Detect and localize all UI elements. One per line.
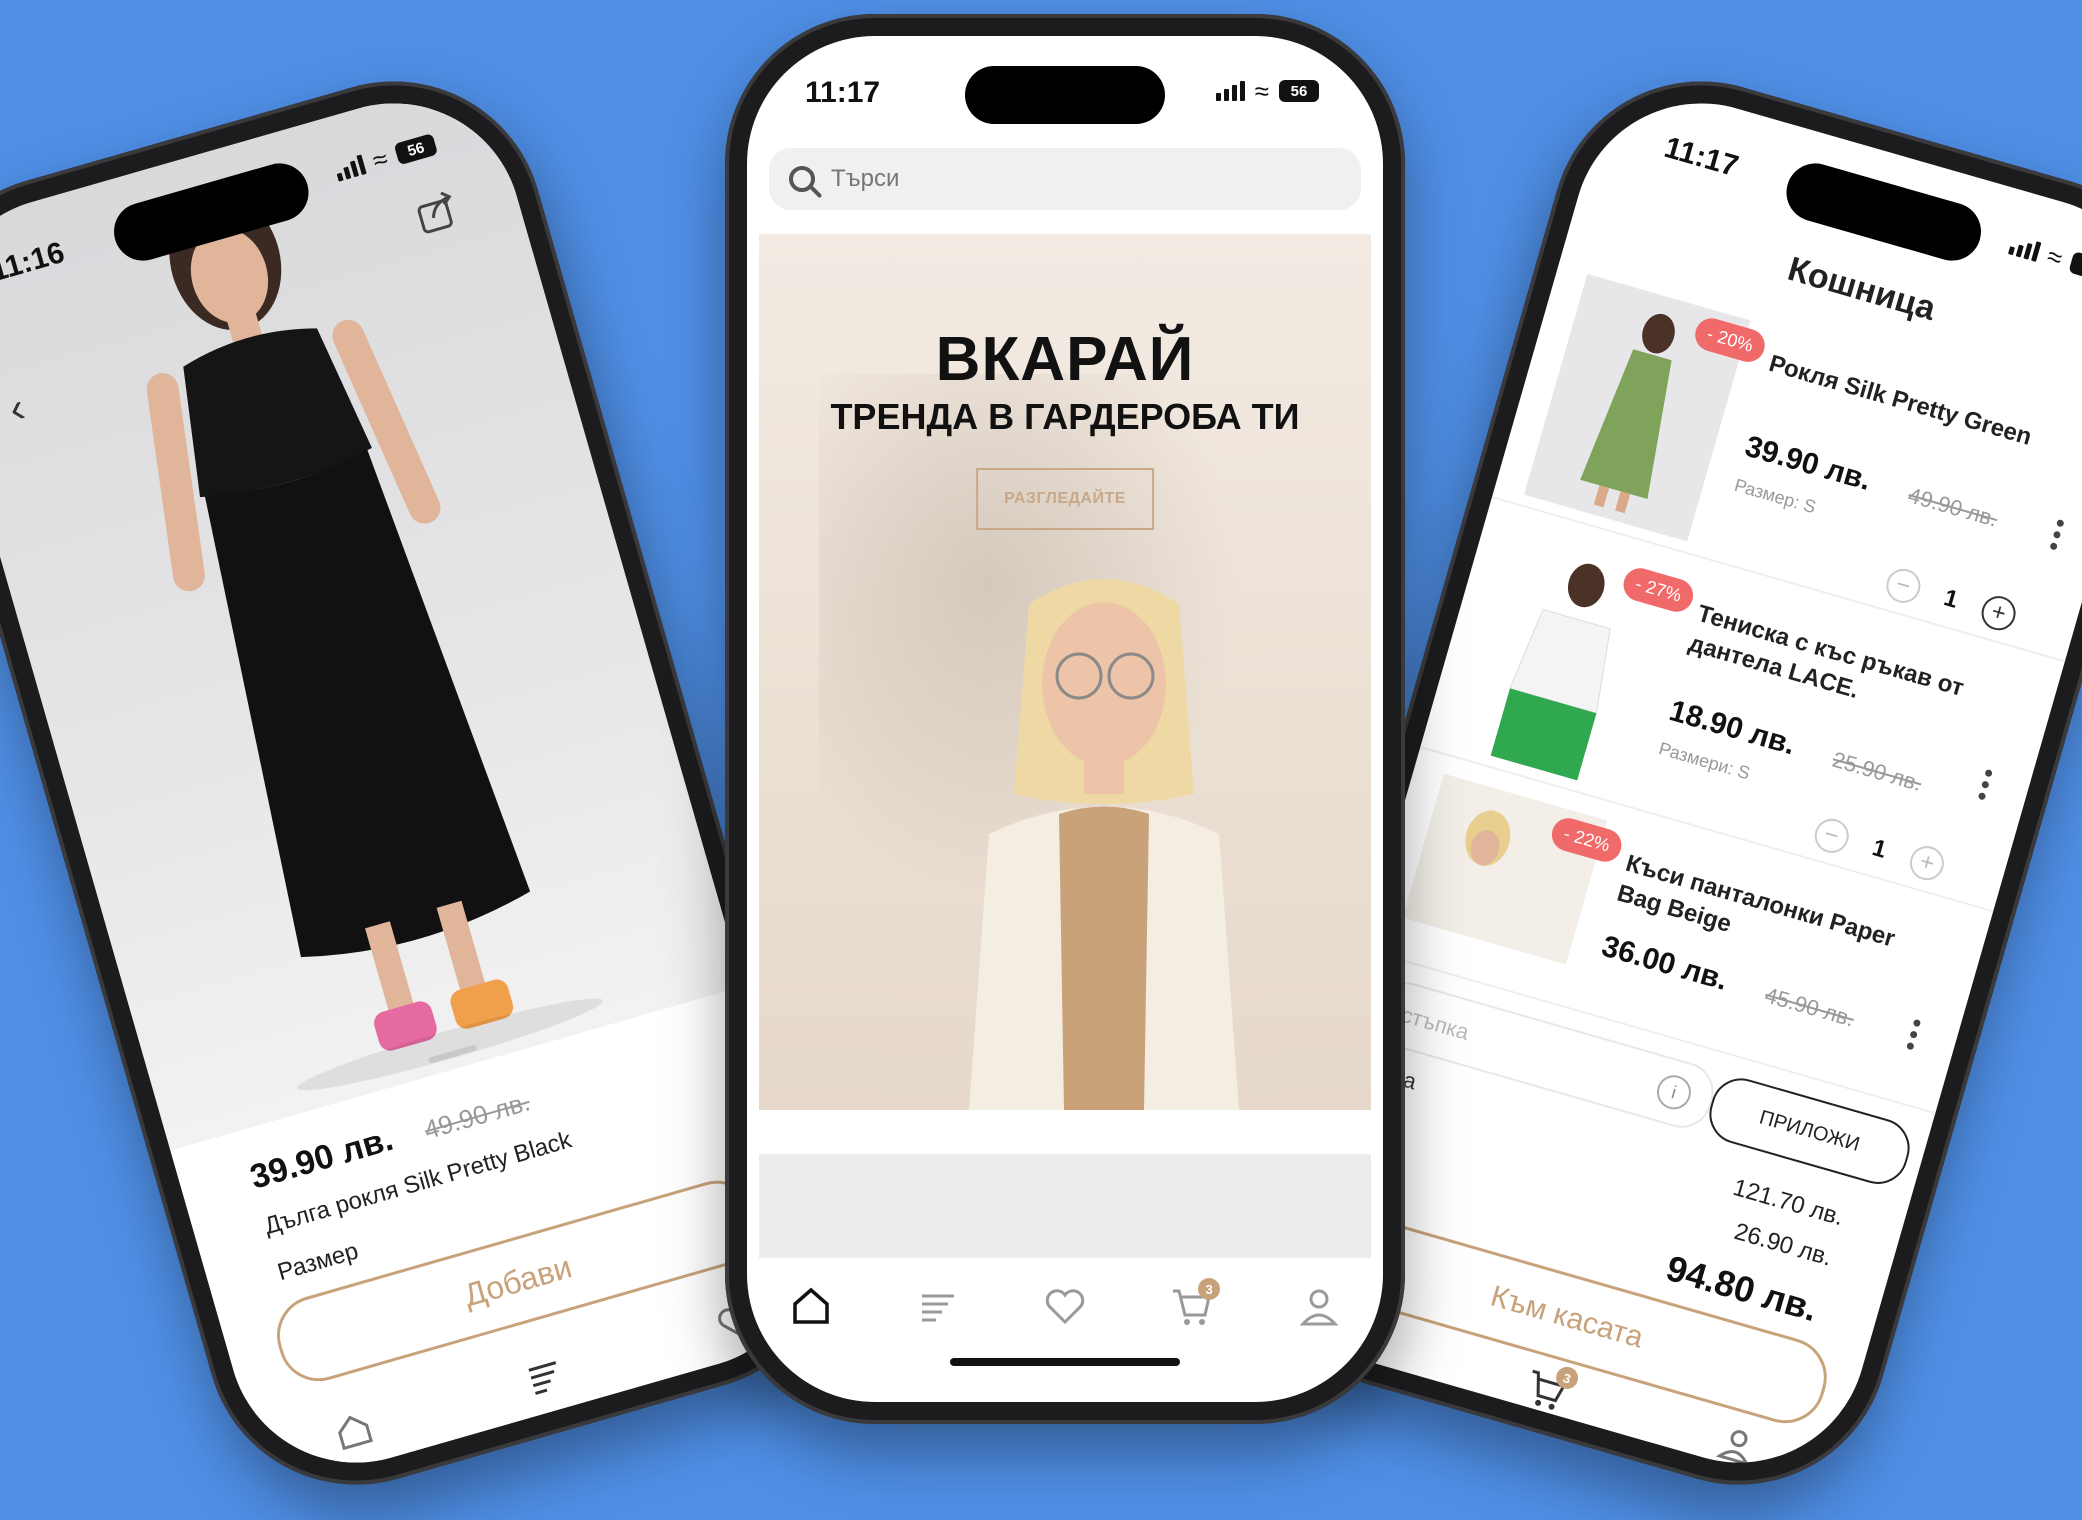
quantity-value: 1 <box>1869 834 1890 864</box>
signal-icon <box>1215 81 1245 101</box>
dynamic-island <box>965 66 1165 124</box>
cart-item-old-price: 25.90 лв. <box>1829 746 1925 797</box>
more-options-icon[interactable] <box>2049 518 2065 551</box>
home-screen: 11:17 ≈ 56 ВКАРАЙ ТРЕНДА В ГАРДЕРОБА ТИ … <box>747 36 1383 1402</box>
cart-item-size: Размер: S <box>1732 474 1819 518</box>
lace-top-thumb <box>1452 523 1679 792</box>
status-icons: ≈ 56 <box>2007 232 2082 285</box>
phone-home: 11:17 ≈ 56 ВКАРАЙ ТРЕНДА В ГАРДЕРОБА ТИ … <box>725 14 1405 1424</box>
status-icons: ≈ 56 <box>1215 76 1319 106</box>
bottom-tabbar: 3 <box>747 1276 1383 1336</box>
product-old-price: 49.90 лв. <box>420 1086 534 1146</box>
cart-item-image[interactable] <box>1402 773 1608 965</box>
tab-favorites[interactable] <box>1035 1276 1095 1336</box>
model-black-dress-image <box>146 192 603 1091</box>
battery-icon: 56 <box>2068 251 2082 284</box>
tab-catalog[interactable] <box>908 1276 968 1336</box>
cart-item-price: 36.00 лв. <box>1598 929 1732 997</box>
tab-cart[interactable]: 3 <box>1162 1276 1222 1336</box>
home-icon <box>792 1287 829 1324</box>
search-input[interactable] <box>829 164 1234 194</box>
wifi-icon: ≈ <box>2043 240 2066 274</box>
cart-count-badge: 3 <box>1198 1278 1221 1300</box>
minus-icon[interactable]: − <box>1882 564 1925 607</box>
content-placeholder <box>759 1154 1371 1258</box>
quantity-value: 1 <box>1940 584 1962 614</box>
product-screen: 11:16 ≈ 56 ‹ 39.90 лв. 49.90 лв. Дълга р… <box>0 73 842 1493</box>
tab-profile[interactable] <box>1289 1276 1349 1336</box>
hero-model-image <box>969 579 1239 1110</box>
promo-placeholder: стъпка <box>1398 1001 1472 1045</box>
cart-item-old-price: 45.90 лв. <box>1762 982 1858 1032</box>
plus-icon[interactable]: + <box>1905 842 1948 885</box>
cart-item-image[interactable] <box>1452 523 1679 792</box>
signal-icon <box>333 154 367 182</box>
tab-home[interactable] <box>781 1276 841 1336</box>
green-dress-thumb <box>1523 273 1751 542</box>
home-icon <box>338 1415 374 1451</box>
status-time: 11:17 <box>1660 130 1742 184</box>
info-icon[interactable]: i <box>1652 1071 1695 1114</box>
wifi-icon: ≈ <box>369 143 392 176</box>
beige-shorts-thumb <box>1402 773 1608 965</box>
catalog-icon <box>528 1361 557 1395</box>
more-options-icon[interactable] <box>1906 1018 1922 1051</box>
cart-item-image[interactable] <box>1523 273 1751 542</box>
home-indicator[interactable] <box>950 1358 1180 1366</box>
user-icon <box>1300 1289 1339 1326</box>
hero-title: ВКАРАЙ <box>935 325 1195 394</box>
plus-icon[interactable]: + <box>1977 592 2020 635</box>
search-bar[interactable] <box>769 148 1361 210</box>
product-photo[interactable] <box>0 73 744 1151</box>
status-time: 11:17 <box>805 76 881 109</box>
tab-catalog[interactable] <box>508 1339 582 1413</box>
size-label[interactable]: Размер <box>275 1237 362 1287</box>
cart-item-old-price: 49.90 лв. <box>1905 482 2001 532</box>
signal-icon <box>2007 235 2042 262</box>
hero-subtitle: ТРЕНДА В ГАРДЕРОБА ТИ <box>830 396 1300 437</box>
dynamic-island <box>1779 156 1988 268</box>
heart-icon <box>1045 1289 1085 1325</box>
hero-banner[interactable]: ВКАРАЙ ТРЕНДА В ГАРДЕРОБА ТИ РАЗГЛЕДАЙТЕ <box>759 234 1371 1110</box>
search-icon <box>789 166 815 192</box>
battery-icon: 56 <box>1279 80 1319 102</box>
user-icon <box>1715 1430 1749 1466</box>
tab-home[interactable] <box>317 1394 391 1468</box>
minus-icon[interactable]: − <box>1810 814 1853 857</box>
more-options-icon[interactable] <box>1977 768 1994 801</box>
wifi-icon: ≈ <box>1254 76 1269 106</box>
browse-button[interactable]: РАЗГЛЕДАЙТЕ <box>976 468 1154 530</box>
catalog-icon <box>921 1294 954 1322</box>
